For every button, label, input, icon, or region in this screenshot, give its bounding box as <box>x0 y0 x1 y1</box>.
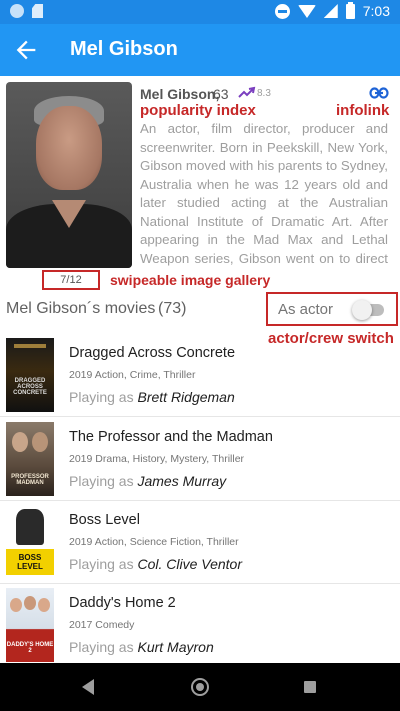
actor-name: Mel Gibson, <box>140 86 220 102</box>
annotation-infolink: infolink <box>336 102 390 119</box>
movie-item[interactable]: PROFESSOR MADMAN The Professor and the M… <box>0 419 400 501</box>
actor-photo-gallery[interactable] <box>6 82 132 268</box>
movie-title: Dragged Across Concrete <box>69 345 236 361</box>
poster-title: DRAGGED ACROSS CONCRETE <box>13 378 47 396</box>
do-not-disturb-icon <box>274 3 290 19</box>
back-arrow-icon[interactable] <box>12 36 40 64</box>
link-icon[interactable] <box>369 87 389 99</box>
poster-title: DADDY'S HOME 2 <box>6 642 54 654</box>
movie-item[interactable]: DRAGGED ACROSS CONCRETE Dragged Across C… <box>0 335 400 417</box>
actor-biography: An actor, film director, producer and sc… <box>140 121 388 266</box>
character-name: James Murray <box>137 473 227 489</box>
status-bar: 7:03 <box>0 0 400 24</box>
annotation-gallery: swipeable image gallery <box>110 272 271 288</box>
movies-section-title: Mel Gibson´s movies <box>6 300 156 317</box>
movie-item[interactable]: DADDY'S HOME 2 Daddy's Home 2 2017 Comed… <box>0 585 400 663</box>
movie-title: The Professor and the Madman <box>69 429 273 445</box>
popularity-value: 8.3 <box>257 88 271 99</box>
nav-home-icon[interactable] <box>191 678 209 696</box>
switch-thumb[interactable] <box>352 300 372 320</box>
movie-title: Boss Level <box>69 512 140 528</box>
movie-poster: BOSS LEVEL <box>6 505 54 579</box>
wifi-icon <box>297 4 316 18</box>
nav-recents-icon[interactable] <box>304 681 316 693</box>
poster-title: BOSS LEVEL <box>17 553 43 571</box>
movies-count: (73) <box>158 300 187 317</box>
movie-item[interactable]: BOSS LEVEL Boss Level 2019 Action, Scien… <box>0 502 400 584</box>
gallery-counter: 7/12 <box>42 270 100 290</box>
annotation-popularity: popularity index <box>140 102 256 119</box>
poster-title: PROFESSOR MADMAN <box>11 474 49 486</box>
movie-poster: DADDY'S HOME 2 <box>6 588 54 662</box>
movie-meta: 2019 Action, Crime, Thriller <box>69 369 196 381</box>
movie-meta: 2019 Drama, History, Mystery, Thriller <box>69 453 245 465</box>
movie-role: Playing as Col. Clive Ventor <box>69 556 243 572</box>
notification-icon <box>10 4 24 18</box>
switch-label: As actor <box>278 301 334 318</box>
battery-icon <box>345 1 355 19</box>
character-name: Col. Clive Ventor <box>137 556 243 572</box>
trending-up-icon <box>238 86 256 98</box>
actor-age: 63 <box>213 86 229 102</box>
movie-title: Daddy's Home 2 <box>69 595 176 611</box>
movie-poster: DRAGGED ACROSS CONCRETE <box>6 338 54 412</box>
character-name: Kurt Mayron <box>137 639 214 655</box>
movie-meta: 2017 Comedy <box>69 619 135 631</box>
nav-back-icon[interactable] <box>82 679 94 695</box>
movie-poster: PROFESSOR MADMAN <box>6 422 54 496</box>
movie-role: Playing as James Murray <box>69 473 227 489</box>
signal-icon <box>323 4 338 18</box>
movie-role: Playing as Brett Ridgeman <box>69 389 235 405</box>
page-title: Mel Gibson <box>70 38 178 60</box>
sd-card-icon <box>32 4 43 18</box>
status-time: 7:03 <box>362 3 390 19</box>
character-name: Brett Ridgeman <box>137 389 235 405</box>
movie-role: Playing as Kurt Mayron <box>69 639 214 655</box>
navigation-bar <box>0 663 400 711</box>
app-bar: Mel Gibson <box>0 24 400 76</box>
movie-meta: 2019 Action, Science Fiction, Thriller <box>69 536 239 548</box>
actor-crew-switch[interactable]: As actor <box>266 292 398 326</box>
